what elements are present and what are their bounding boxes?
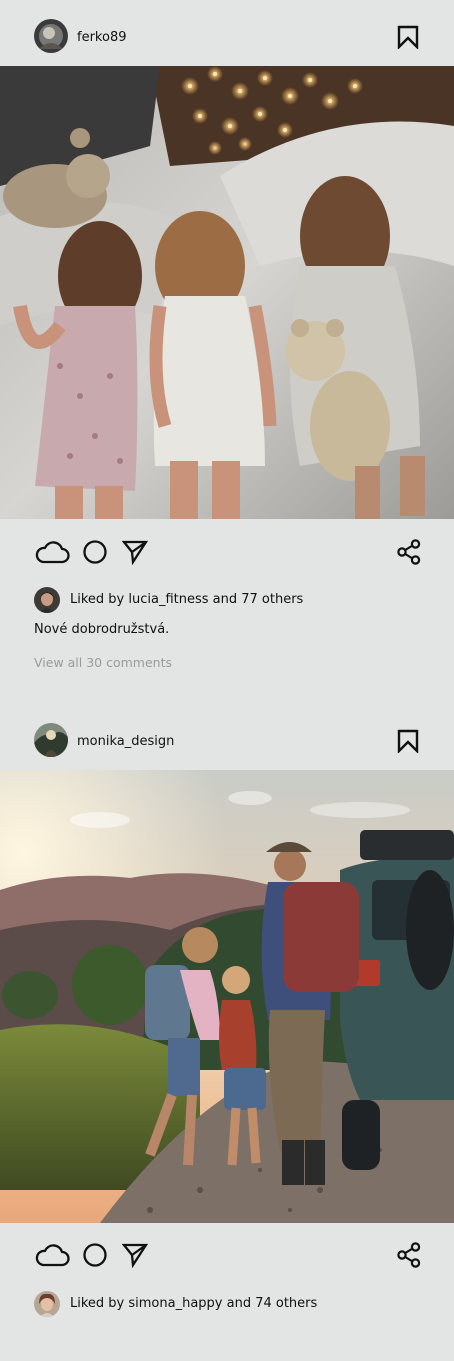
share-icon[interactable]	[396, 1242, 422, 1268]
circle-icon[interactable]	[82, 539, 108, 565]
cloud-icon[interactable]	[34, 1242, 70, 1268]
liked-by-text[interactable]: Liked by simona_happy and 74 others	[70, 1296, 317, 1312]
post-1: ferko89 Liked by lucia_fitness and 77 ot…	[0, 0, 454, 700]
post-2: monika_design Liked by simona_happy and …	[0, 700, 454, 1361]
post-photo[interactable]	[0, 66, 454, 519]
liked-by: Liked by lucia_fitness and 77 others	[0, 587, 454, 615]
user-avatar[interactable]	[34, 723, 68, 757]
post-header: monika_design	[0, 721, 454, 761]
send-icon[interactable]	[121, 539, 149, 566]
cloud-icon[interactable]	[34, 539, 70, 565]
bookmark-icon[interactable]	[397, 729, 419, 754]
user-avatar[interactable]	[34, 19, 68, 53]
share-icon[interactable]	[396, 539, 422, 565]
username[interactable]: monika_design	[77, 734, 174, 750]
liked-by-text[interactable]: Liked by lucia_fitness and 77 others	[70, 592, 303, 608]
send-icon[interactable]	[121, 1242, 149, 1269]
liker-avatar[interactable]	[34, 587, 60, 613]
post-header: ferko89	[0, 17, 454, 57]
post-caption: Nové dobrodružstvá.	[34, 622, 170, 637]
view-comments-link[interactable]: View all 30 comments	[34, 655, 172, 671]
bookmark-icon[interactable]	[397, 25, 419, 50]
post-photo[interactable]	[0, 770, 454, 1223]
username[interactable]: ferko89	[77, 30, 126, 46]
liker-avatar[interactable]	[34, 1291, 60, 1317]
liked-by: Liked by simona_happy and 74 others	[0, 1291, 454, 1319]
circle-icon[interactable]	[82, 1242, 108, 1268]
